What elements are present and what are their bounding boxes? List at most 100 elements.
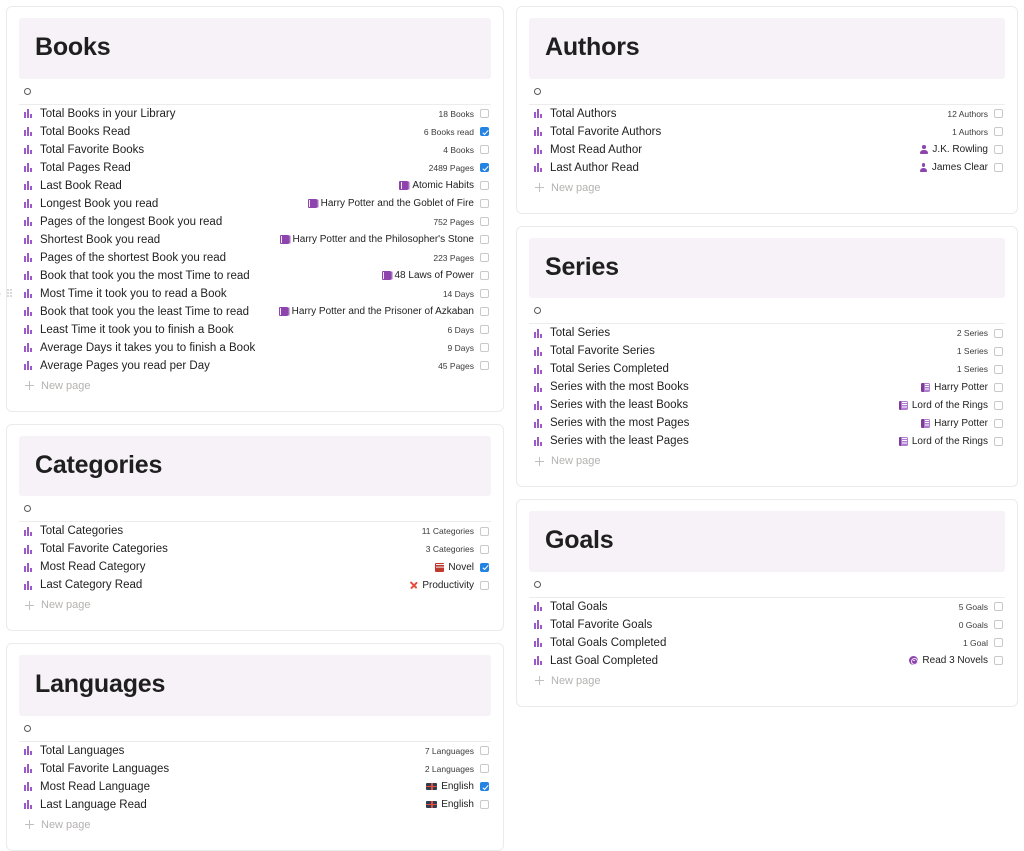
table-row[interactable]: Total Authors12 Authors (529, 105, 1005, 123)
row-name-cell[interactable]: Total Favorite Goals (534, 619, 652, 631)
row-checkbox[interactable] (994, 620, 1003, 629)
row-name-cell[interactable]: Last Language Read (24, 799, 147, 811)
row-checkbox[interactable] (480, 545, 489, 554)
table-row[interactable]: Total Languages 7 Languages (19, 742, 491, 760)
table-row[interactable]: Pages of the longest Book you read752 Pa… (19, 213, 491, 231)
row-name-cell[interactable]: Shortest Book you read (24, 234, 160, 246)
row-value-cell[interactable]: 14 Days (443, 289, 480, 299)
row-checkbox[interactable] (994, 419, 1003, 428)
row-name-cell[interactable]: Total Languages (24, 745, 124, 757)
table-row[interactable]: Last Book ReadAtomic Habits (19, 177, 491, 195)
row-name-cell[interactable]: Series with the most Books (534, 381, 689, 393)
row-checkbox[interactable] (480, 527, 489, 536)
row-checkbox[interactable] (994, 347, 1003, 356)
table-row[interactable]: Total Books in your Library18 Books (19, 105, 491, 123)
row-checkbox[interactable] (994, 638, 1003, 647)
row-name-cell[interactable]: Total Favorite Categories (24, 543, 168, 555)
row-value-cell[interactable]: Harry Potter (921, 418, 994, 429)
row-name-cell[interactable]: Total Categories (24, 525, 123, 537)
row-value-cell[interactable]: 0 Goals (959, 620, 994, 630)
row-checkbox[interactable] (480, 109, 489, 118)
circle-icon[interactable] (24, 505, 31, 512)
row-name-cell[interactable]: Total Favorite Languages (24, 763, 169, 775)
row-value-cell[interactable]: 45 Pages (438, 361, 480, 371)
row-checkbox[interactable] (994, 109, 1003, 118)
table-row[interactable]: Book that took you the most Time to read… (19, 267, 491, 285)
new-page-button[interactable]: New page (19, 814, 491, 836)
table-row[interactable]: Series with the most BooksHarry Potter (529, 378, 1005, 396)
row-name-cell[interactable]: Longest Book you read (24, 198, 158, 210)
table-row[interactable]: Shortest Book you readHarry Potter and t… (19, 231, 491, 249)
row-checkbox[interactable] (994, 437, 1003, 446)
circle-icon[interactable] (24, 88, 31, 95)
row-value-cell[interactable]: Productivity (409, 580, 480, 591)
row-name-cell[interactable]: Last Goal Completed (534, 655, 658, 667)
row-checkbox[interactable] (480, 581, 489, 590)
table-row[interactable]: Most Read Author J.K. Rowling (529, 141, 1005, 159)
row-name-cell[interactable]: Total Favorite Authors (534, 126, 661, 138)
row-value-cell[interactable]: 18 Books (439, 109, 480, 119)
row-checkbox[interactable] (994, 365, 1003, 374)
row-name-cell[interactable]: Series with the most Pages (534, 417, 689, 429)
row-checkbox[interactable] (480, 127, 489, 136)
table-row[interactable]: Last Author ReadJames Clear (529, 159, 1005, 177)
row-checkbox[interactable] (480, 343, 489, 352)
row-value-cell[interactable]: 9 Days (448, 343, 480, 353)
new-page-button[interactable]: New page (19, 594, 491, 616)
row-checkbox[interactable] (480, 782, 489, 791)
new-page-button[interactable]: New page (529, 450, 1005, 472)
row-name-cell[interactable]: Total Authors (534, 108, 616, 120)
row-checkbox[interactable] (994, 145, 1003, 154)
row-value-cell[interactable]: Novel (435, 562, 480, 573)
row-name-cell[interactable]: Series with the least Pages (534, 435, 689, 447)
table-row[interactable]: Total Favorite Authors 1 Authors (529, 123, 1005, 141)
row-name-cell[interactable]: Book that took you the most Time to read (24, 270, 250, 282)
circle-icon[interactable] (24, 725, 31, 732)
row-name-cell[interactable]: Last Author Read (534, 162, 639, 174)
table-row[interactable]: Total Favorite Languages 2 Languages (19, 760, 491, 778)
row-value-cell[interactable]: 223 Pages (433, 253, 480, 263)
row-checkbox[interactable] (994, 602, 1003, 611)
view-toggle-row[interactable] (529, 298, 1005, 323)
row-value-cell[interactable]: 752 Pages (433, 217, 480, 227)
view-toggle-row[interactable] (529, 79, 1005, 104)
row-value-cell[interactable]: 1 Goal (963, 638, 994, 648)
row-value-cell[interactable]: 1 Authors (952, 127, 994, 137)
view-toggle-row[interactable] (19, 496, 491, 521)
row-checkbox[interactable] (480, 325, 489, 334)
table-row[interactable]: Total Favorite Series 1 Series (529, 342, 1005, 360)
row-value-cell[interactable]: 2 Series (957, 328, 994, 338)
row-name-cell[interactable]: Total Series Completed (534, 363, 669, 375)
row-name-cell[interactable]: Most Read Author (534, 144, 642, 156)
row-value-cell[interactable]: 11 Categories (422, 526, 480, 536)
row-value-cell[interactable]: 2 Languages (425, 764, 480, 774)
row-name-cell[interactable]: Book that took you the least Time to rea… (24, 306, 249, 318)
row-name-cell[interactable]: Total Favorite Series (534, 345, 655, 357)
row-value-cell[interactable]: Harry Potter and the Prisoner of Azkaban (279, 306, 480, 317)
row-checkbox[interactable] (480, 271, 489, 280)
row-value-cell[interactable]: 6 Days (448, 325, 480, 335)
row-checkbox[interactable] (480, 289, 489, 298)
row-value-cell[interactable]: J.K. Rowling (919, 144, 994, 155)
table-row[interactable]: Total Favorite Categories3 Categories (19, 540, 491, 558)
row-name-cell[interactable]: Least Time it took you to finish a Book (24, 324, 234, 336)
row-value-cell[interactable]: 4 Books (443, 145, 480, 155)
row-name-cell[interactable]: Pages of the shortest Book you read (24, 252, 226, 264)
table-row[interactable]: Total Goals Completed1 Goal (529, 634, 1005, 652)
row-checkbox[interactable] (994, 383, 1003, 392)
row-checkbox[interactable] (480, 163, 489, 172)
row-checkbox[interactable] (480, 307, 489, 316)
view-toggle-row[interactable] (19, 79, 491, 104)
row-value-cell[interactable]: 7 Languages (425, 746, 480, 756)
new-page-button[interactable]: New page (529, 670, 1005, 692)
table-row[interactable]: Average Pages you read per Day45 Pages (19, 357, 491, 375)
row-checkbox[interactable] (480, 563, 489, 572)
circle-icon[interactable] (534, 581, 541, 588)
row-value-cell[interactable]: 1 Series (957, 346, 994, 356)
row-value-cell[interactable]: Lord of the Rings (899, 400, 994, 411)
new-page-button[interactable]: New page (19, 375, 491, 397)
table-row[interactable]: Last Language ReadEnglish (19, 796, 491, 814)
row-name-cell[interactable]: Series with the least Books (534, 399, 688, 411)
row-value-cell[interactable]: Harry Potter and the Goblet of Fire (308, 198, 480, 209)
row-name-cell[interactable]: Last Book Read (24, 180, 122, 192)
